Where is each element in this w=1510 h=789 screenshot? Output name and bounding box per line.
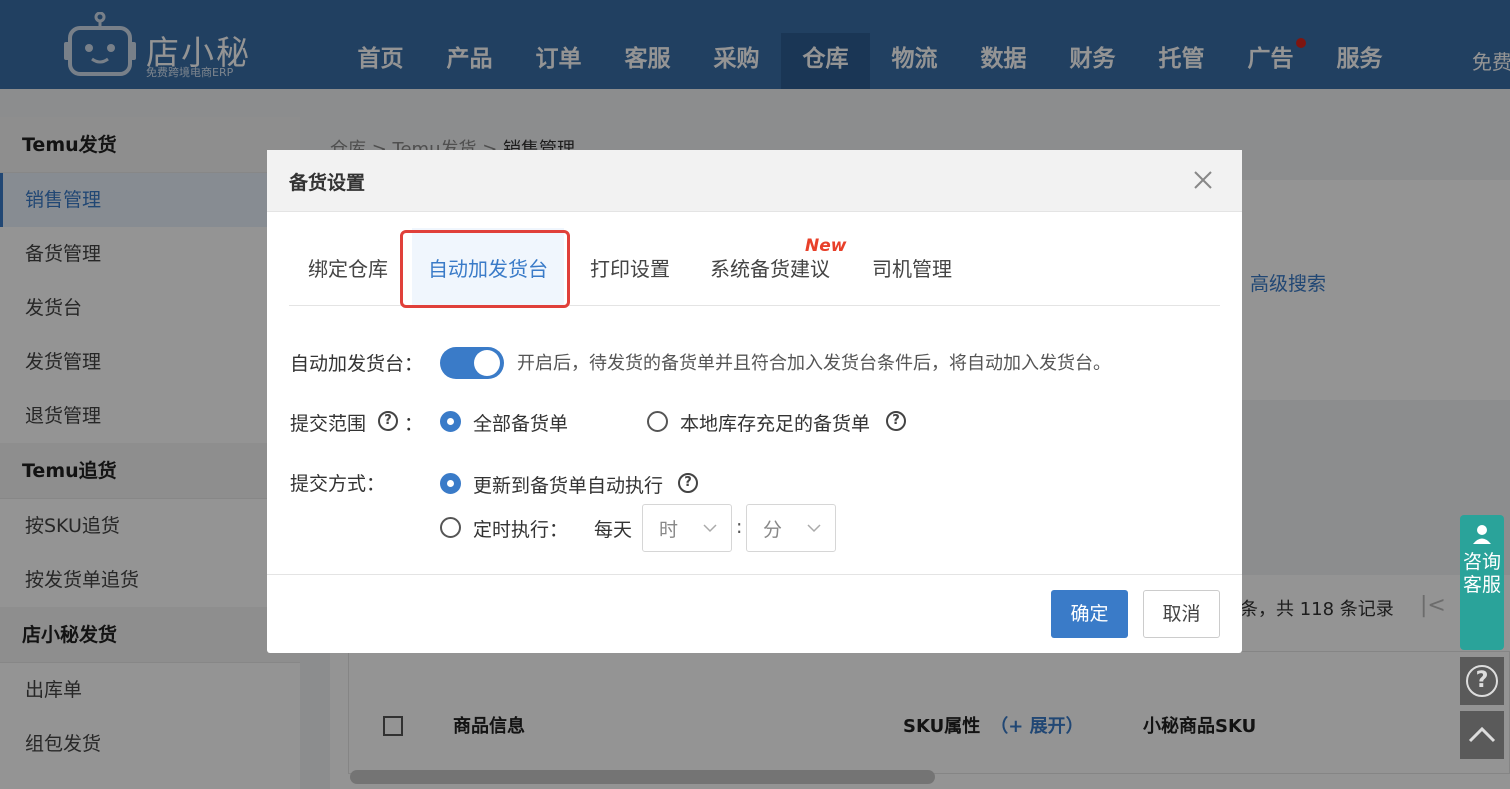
back-to-top-button[interactable] xyxy=(1460,711,1504,759)
new-badge: New xyxy=(805,236,847,256)
method-scheduled-radio[interactable] xyxy=(440,517,461,538)
tab-bind-warehouse[interactable]: 绑定仓库 xyxy=(308,228,388,305)
confirm-button[interactable]: 确定 xyxy=(1051,590,1128,638)
dialog-header: 备货设置 xyxy=(267,150,1242,212)
method-scheduled-label[interactable]: 定时执行： xyxy=(473,515,568,542)
minute-select[interactable]: 分 xyxy=(746,504,836,552)
cancel-button[interactable]: 取消 xyxy=(1143,590,1220,638)
agent-icon xyxy=(1473,525,1491,544)
minute-select-value: 分 xyxy=(763,519,783,541)
hour-select-value: 时 xyxy=(659,519,679,541)
scope-all-radio[interactable] xyxy=(440,411,461,432)
scope-local-stock-radio[interactable] xyxy=(647,411,668,432)
help-button[interactable]: ? xyxy=(1460,657,1504,705)
chevron-down-icon xyxy=(807,524,821,533)
tab-auto-add-shipping-desk[interactable]: 自动加发货台 xyxy=(412,228,564,305)
scope-help-icon[interactable]: ? xyxy=(378,411,398,431)
every-day-label: 每天 xyxy=(594,519,633,541)
auto-add-toggle[interactable] xyxy=(440,347,504,379)
stock-settings-dialog: 备货设置 绑定仓库 自动加发货台 打印设置 系统备货建议 New 司机管理 自动… xyxy=(267,150,1242,653)
hour-select[interactable]: 时 xyxy=(642,504,732,552)
dialog-tabs: 绑定仓库 自动加发货台 打印设置 系统备货建议 New 司机管理 xyxy=(289,228,1220,306)
chevron-down-icon xyxy=(703,524,717,533)
time-separator: : xyxy=(736,516,743,538)
tab-driver-management[interactable]: 司机管理 xyxy=(872,228,952,305)
method-auto-help-icon[interactable]: ? xyxy=(678,473,698,493)
method-auto-radio[interactable] xyxy=(440,473,461,494)
method-auto-label[interactable]: 更新到备货单自动执行 xyxy=(473,471,663,498)
toggle-knob xyxy=(474,350,500,376)
tab-print-settings[interactable]: 打印设置 xyxy=(590,228,670,305)
auto-add-hint: 开启后，待发货的备货单并且符合加入发货台条件后，将自动加入发货台。 xyxy=(517,353,1111,374)
help-icon: ? xyxy=(1466,665,1498,697)
scope-colon: ： xyxy=(404,413,424,435)
consult-service-button[interactable]: 咨询客服 xyxy=(1460,515,1504,650)
scope-all-label[interactable]: 全部备货单 xyxy=(473,409,568,436)
scope-label: 提交范围 xyxy=(290,413,367,435)
close-icon[interactable] xyxy=(1191,168,1215,192)
dialog-title: 备货设置 xyxy=(289,172,366,194)
local-stock-help-icon[interactable]: ? xyxy=(886,411,906,431)
chevron-up-icon xyxy=(1468,726,1496,743)
method-label: 提交方式： xyxy=(290,473,386,495)
auto-add-label: 自动加发货台： xyxy=(290,353,424,375)
dialog-footer: 确定 取消 xyxy=(267,574,1242,653)
consult-label: 咨询客服 xyxy=(1462,551,1501,596)
scope-local-stock-label[interactable]: 本地库存充足的备货单 xyxy=(680,409,870,436)
